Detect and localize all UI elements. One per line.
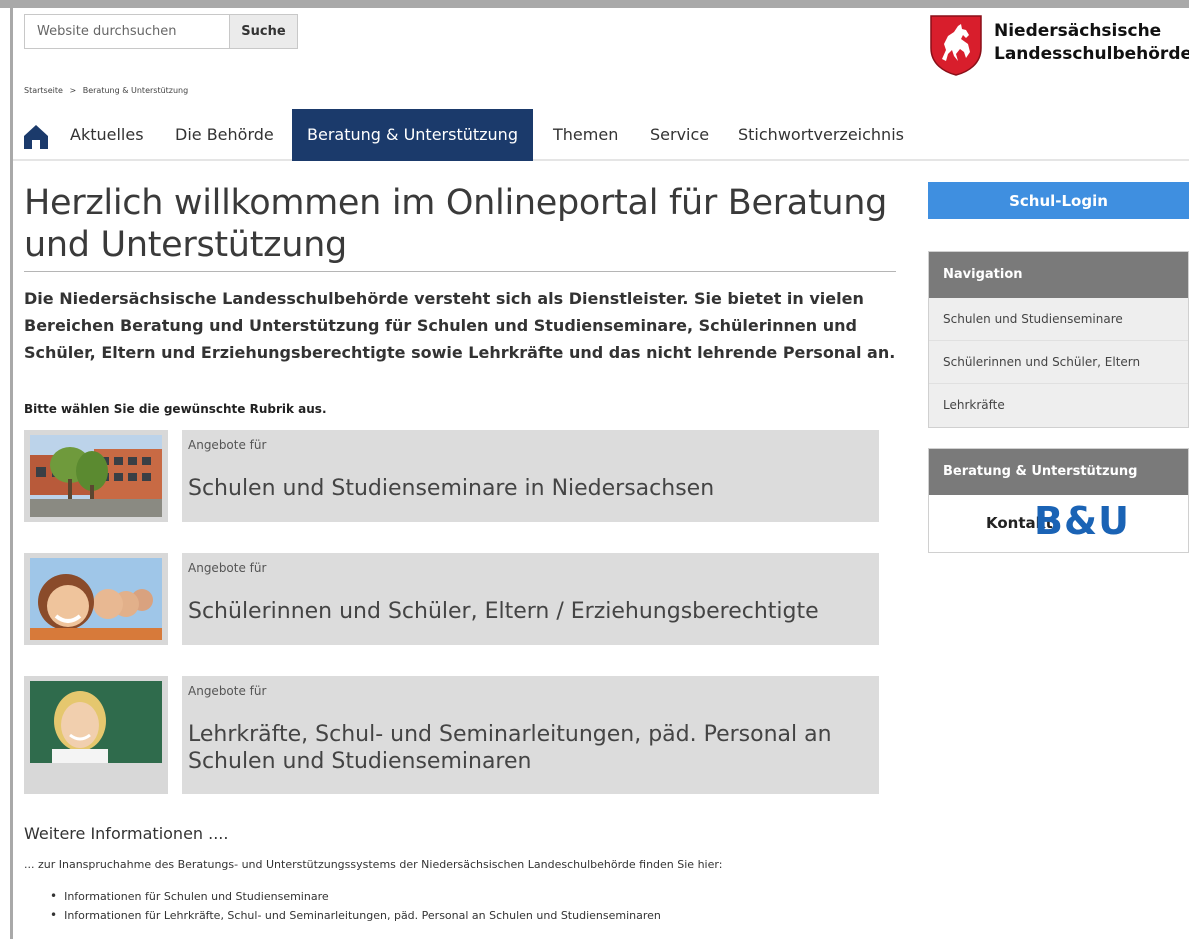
tile-body: Angebote für Lehrkräfte, Schul- und Semi… xyxy=(182,676,879,794)
category-tile-schulen[interactable]: Angebote für Schulen und Studienseminare… xyxy=(24,430,879,522)
sidebar-item-schulen[interactable]: Schulen und Studienseminare xyxy=(929,298,1188,341)
breadcrumb: Startseite > Beratung & Unterstützung xyxy=(24,86,192,95)
sidebar-item-schueler-eltern[interactable]: Schülerinnen und Schüler, Eltern xyxy=(929,341,1188,384)
more-info-link-schulen[interactable]: Informationen für Schulen und Studiensem… xyxy=(50,887,661,906)
tile-title[interactable]: Lehrkräfte, Schul- und Seminarleitungen,… xyxy=(188,721,868,775)
intro-text: Die Niedersächsische Landesschulbehörde … xyxy=(24,289,896,362)
authority-name: Niedersächsische Landesschulbehörde xyxy=(994,20,1189,66)
authority-name-line2: Landesschulbehörde xyxy=(994,44,1189,64)
home-icon[interactable] xyxy=(23,123,49,149)
nav-item-themen[interactable]: Themen xyxy=(553,109,618,161)
more-info-heading: Weitere Informationen .... xyxy=(24,824,229,843)
sidebar-navigation-box: Navigation Schulen und Studienseminare S… xyxy=(928,251,1189,428)
tile-kicker: Angebote für xyxy=(188,438,267,452)
sidebar-bu-heading: Beratung & Unterstützung xyxy=(929,449,1188,495)
breadcrumb-separator: > xyxy=(69,86,77,95)
more-info-list: Informationen für Schulen und Studiensem… xyxy=(50,887,661,925)
nav-item-aktuelles[interactable]: Aktuelles xyxy=(70,109,144,161)
breadcrumb-home-link[interactable]: Startseite xyxy=(24,86,63,95)
category-tile-schueler-eltern[interactable]: Angebote für Schülerinnen und Schüler, E… xyxy=(24,553,879,645)
search-button[interactable]: Suche xyxy=(229,14,298,49)
nav-item-beratung-unterstuetzung[interactable]: Beratung & Unterstützung xyxy=(292,109,533,161)
tile-title[interactable]: Schülerinnen und Schüler, Eltern / Erzie… xyxy=(188,598,868,625)
nav-item-stichwortverzeichnis[interactable]: Stichwortverzeichnis xyxy=(738,109,904,161)
authority-name-line1: Niedersächsische xyxy=(994,21,1162,41)
sidebar-item-lehrkraefte[interactable]: Lehrkräfte xyxy=(929,384,1188,427)
tile-image-frame xyxy=(24,430,168,522)
tile-kicker: Angebote für xyxy=(188,561,267,575)
title-divider xyxy=(24,271,896,272)
teacher-photo-image xyxy=(30,681,162,763)
crest-horse-icon xyxy=(930,15,982,76)
state-crest-logo[interactable] xyxy=(928,14,984,80)
main-navigation: Aktuelles Die Behörde Beratung & Unterst… xyxy=(13,109,1189,161)
tile-body: Angebote für Schülerinnen und Schüler, E… xyxy=(182,553,879,645)
nav-item-die-behoerde[interactable]: Die Behörde xyxy=(175,109,274,161)
kontakt-link[interactable]: Kontakt B&U xyxy=(929,495,1188,552)
category-tile-lehrkraefte[interactable]: Angebote für Lehrkräfte, Schul- und Semi… xyxy=(24,676,879,794)
window-frame-top xyxy=(0,0,1189,8)
tile-title[interactable]: Schulen und Studienseminare in Niedersac… xyxy=(188,475,868,502)
children-photo-image xyxy=(30,558,162,640)
sidebar-bu-box: Beratung & Unterstützung Kontakt B&U xyxy=(928,448,1189,553)
nav-item-service[interactable]: Service xyxy=(650,109,709,161)
tile-kicker: Angebote für xyxy=(188,684,267,698)
bu-logo: B&U xyxy=(1034,499,1130,543)
category-prompt: Bitte wählen Sie die gewünschte Rubrik a… xyxy=(24,402,327,416)
school-building-image xyxy=(30,435,162,517)
more-info-text: ... zur Inanspruchahme des Beratungs- un… xyxy=(24,858,723,871)
breadcrumb-current: Beratung & Unterstützung xyxy=(82,86,189,95)
tile-image-frame xyxy=(24,553,168,645)
search-input[interactable] xyxy=(24,14,230,49)
tile-image-frame xyxy=(24,676,168,794)
tile-body: Angebote für Schulen und Studienseminare… xyxy=(182,430,879,522)
more-info-link-lehrkraefte[interactable]: Informationen für Lehrkräfte, Schul- und… xyxy=(50,906,661,925)
page-title: Herzlich willkommen im Onlineportal für … xyxy=(24,183,888,265)
sidebar-navigation-heading: Navigation xyxy=(929,252,1188,298)
schul-login-button[interactable]: Schul-Login xyxy=(928,182,1189,219)
